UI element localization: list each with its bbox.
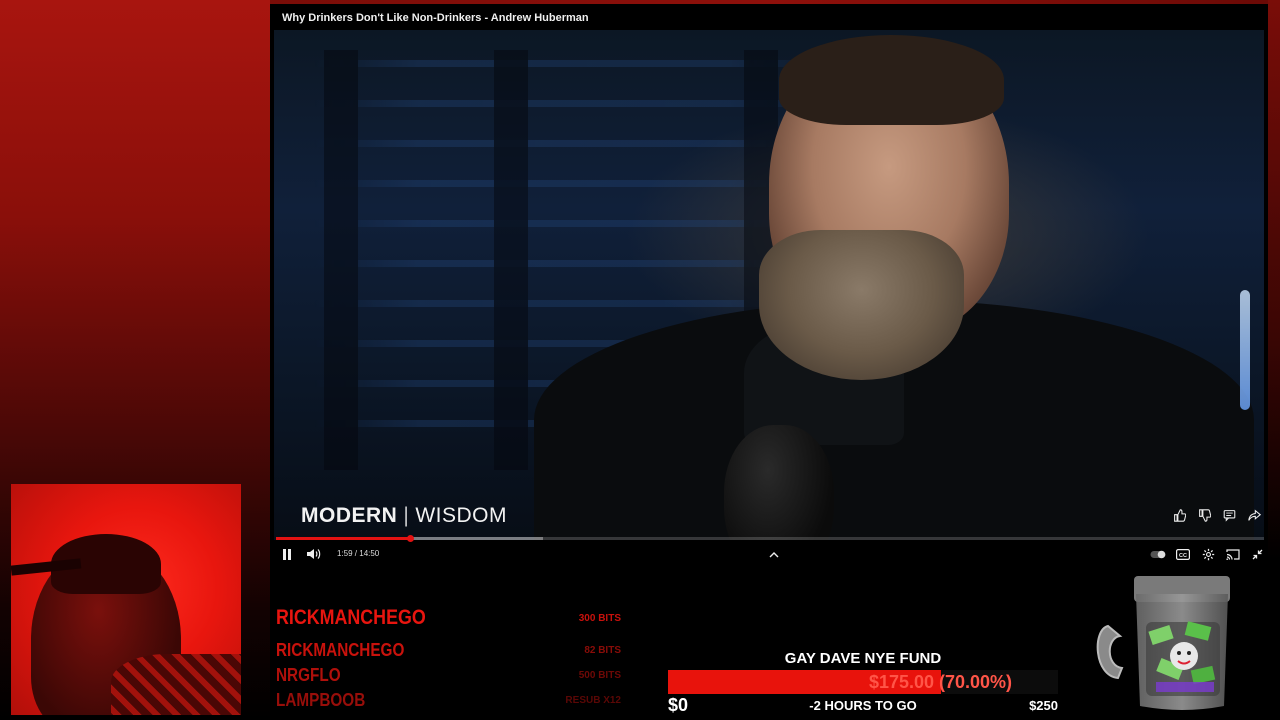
video-title[interactable]: Why Drinkers Don't Like Non-Drinkers - A… (282, 12, 589, 24)
dislike-icon[interactable] (1197, 508, 1212, 523)
video-side-actions (1172, 508, 1262, 523)
chevron-up-icon[interactable] (768, 547, 780, 561)
background-lamp (1240, 290, 1250, 410)
tip-jar-mug-icon (1096, 574, 1236, 714)
captions-icon[interactable]: CC (1175, 547, 1191, 561)
share-icon[interactable] (1247, 508, 1262, 523)
player-controls: 1:59 / 14:50 CC (270, 544, 1268, 566)
alert-row: RICKMANCHEGO 82 BITS (276, 640, 621, 661)
alert-row: RICKMANCHEGO 300 BITS (276, 606, 621, 630)
donation-goal-widget: GAY DAVE NYE FUND $175.00 (70.00%) $0 -2… (668, 650, 1060, 720)
goal-progress-bar: $175.00 (70.00%) (668, 670, 1058, 694)
goal-max-label: $250 (1029, 698, 1058, 713)
alert-row: NRGFLO 500 BITS (276, 665, 621, 686)
alert-amount: 82 BITS (584, 645, 621, 656)
exit-fullscreen-icon[interactable] (1250, 547, 1264, 561)
speaker-beard (759, 230, 964, 380)
autoplay-toggle-icon[interactable] (1150, 547, 1166, 561)
cast-icon[interactable] (1225, 547, 1241, 561)
podcast-microphone (724, 425, 834, 540)
svg-text:CC: CC (1179, 552, 1187, 558)
alert-row: LAMPBOOB RESUB X12 (276, 690, 621, 711)
progress-bar[interactable] (276, 535, 1264, 542)
stream-background-right (1268, 0, 1280, 560)
progress-played (276, 537, 411, 540)
settings-icon[interactable] (1200, 547, 1216, 561)
goal-title: GAY DAVE NYE FUND (784, 650, 942, 667)
comment-icon[interactable] (1222, 508, 1237, 523)
alert-username: NRGFLO (276, 665, 341, 685)
alert-amount: 300 BITS (578, 612, 621, 624)
alert-amount: RESUB X12 (565, 695, 621, 706)
alert-username: LAMPBOOB (276, 690, 366, 710)
alert-username: RICKMANCHEGO (276, 606, 426, 629)
goal-time-remaining: -2 HOURS TO GO (809, 698, 917, 713)
alert-username: RICKMANCHEGO (276, 640, 405, 660)
pause-icon[interactable] (280, 547, 294, 561)
progress-scrubber[interactable] (407, 535, 415, 542)
channel-watermark: MODERN | WISDOM (301, 504, 507, 527)
alert-amount: 500 BITS (578, 670, 621, 681)
like-icon[interactable] (1172, 508, 1187, 523)
video-player[interactable]: Why Drinkers Don't Like Non-Drinkers - A… (270, 4, 1268, 570)
video-frame[interactable]: MODERN | WISDOM (274, 30, 1264, 540)
streamer-webcam (11, 484, 241, 715)
time-display: 1:59 / 14:50 (337, 549, 380, 558)
volume-icon[interactable] (306, 547, 322, 561)
